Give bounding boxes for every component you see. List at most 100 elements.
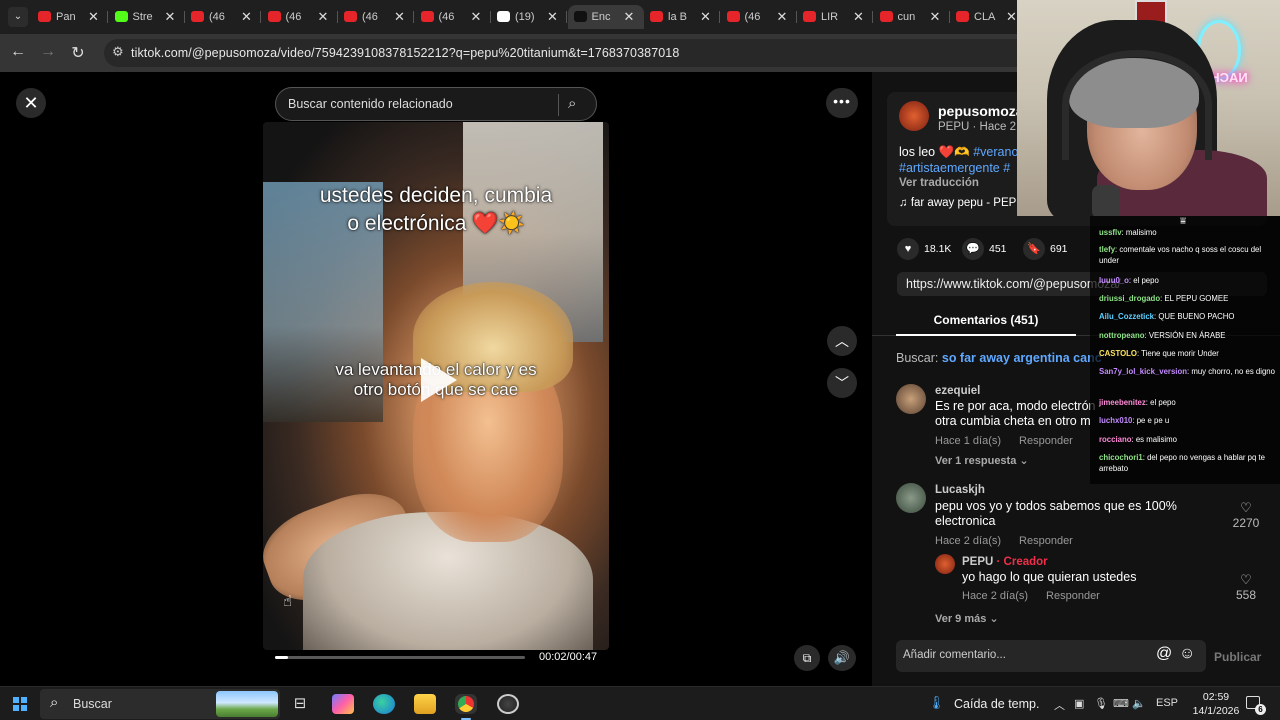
reply-button[interactable]: Responder [1019, 435, 1073, 447]
volume-icon[interactable]: 🔊 [828, 645, 856, 671]
file-explorer-icon[interactable] [414, 694, 436, 714]
tray-overflow-chevron-icon[interactable]: ︿ [1054, 697, 1065, 713]
back-arrow-icon[interactable]: ← [8, 43, 28, 61]
previous-video-chevron-up-icon[interactable]: ︿ [827, 326, 857, 356]
commenter-avatar[interactable] [896, 483, 926, 513]
comment-placeholder: Añadir comentario... [903, 649, 1006, 661]
play-icon[interactable] [421, 358, 457, 402]
creator-avatar[interactable] [935, 554, 955, 574]
tab-close-icon[interactable]: ✕ [777, 9, 788, 25]
tab-close-icon[interactable]: ✕ [394, 9, 405, 25]
forward-arrow-icon[interactable]: → [38, 43, 58, 61]
copilot-icon[interactable] [332, 694, 354, 714]
tab-comments[interactable]: Comentarios (451) [896, 308, 1076, 336]
windows-start-icon[interactable] [13, 697, 27, 711]
browser-tab[interactable]: (46 ✕ [721, 5, 797, 29]
browser-tab[interactable]: (46 ✕ [185, 5, 261, 29]
browser-tab[interactable]: (46 ✕ [415, 5, 491, 29]
chat-username: Ailu_Cozzetick [1099, 312, 1155, 321]
search-icon[interactable]: ⌕ [568, 95, 576, 112]
browser-tab[interactable]: Stre ✕ [109, 5, 185, 29]
picture-in-picture-icon[interactable]: ⧉ [794, 645, 820, 671]
reload-icon[interactable]: ↻ [68, 43, 88, 63]
task-view-icon[interactable]: ⊟ [289, 694, 311, 714]
reply-button[interactable]: Responder [1019, 535, 1073, 547]
see-translation-link[interactable]: Ver traducción [899, 177, 979, 189]
tab-favicon-icon [956, 11, 969, 22]
speaker-icon[interactable]: 🔈 [1132, 697, 1146, 710]
weather-widget[interactable]: Caída de temp. [954, 697, 1039, 711]
browser-tab[interactable]: (19) ✕ [491, 5, 567, 29]
comment-input[interactable]: Añadir comentario... @ ☺ [896, 640, 1206, 672]
tab-title: CLA [974, 11, 996, 23]
tab-close-icon[interactable]: ✕ [471, 9, 482, 25]
comment-icon: 💬 [962, 238, 984, 260]
tray-app-icon[interactable]: ▣ [1074, 697, 1084, 710]
post-hashtags[interactable]: #artistaemergente # [899, 161, 1010, 175]
save-button[interactable]: 🔖 691 [1023, 238, 1068, 260]
like-button[interactable]: ♥ 18.1K [897, 238, 951, 260]
browser-tab[interactable]: LIR ✕ [797, 5, 873, 29]
chat-message: Ailu_Cozzetick: QUE BUENO PACHO [1099, 312, 1275, 323]
close-video-button[interactable]: ✕ [16, 88, 46, 118]
tab-close-icon[interactable]: ✕ [547, 9, 558, 25]
mention-icon[interactable]: @ [1156, 645, 1172, 663]
browser-tab[interactable]: Enc ✕ [567, 5, 644, 29]
tab-favicon-icon [726, 11, 740, 22]
more-options-icon[interactable]: ••• [826, 88, 858, 118]
chat-text: : el pepo [1128, 276, 1159, 285]
related-search-input[interactable]: Buscar contenido relacionado ⌕ [275, 87, 597, 121]
tab-close-icon[interactable]: ✕ [241, 9, 252, 25]
microphone-icon[interactable]: 🎙 [1094, 697, 1108, 710]
video-time: 00:02/00:47 [539, 651, 598, 663]
search-placeholder: Buscar contenido relacionado [288, 97, 453, 111]
chat-message: nottropeano: VERSIÓN EN ÁRABE [1099, 331, 1275, 342]
commenter-avatar[interactable] [896, 384, 926, 414]
video-progress-bar[interactable] [275, 656, 525, 659]
obs-icon[interactable] [497, 694, 519, 714]
tab-close-icon[interactable]: ✕ [624, 9, 635, 25]
browser-tab[interactable]: Pan ✕ [32, 5, 108, 29]
commenter-name[interactable]: ezequiel [935, 385, 980, 397]
search-suggestion[interactable]: Buscar: so far away argentina canc [896, 351, 1102, 365]
taskbar-search[interactable]: ⌕ Buscar [40, 689, 280, 719]
tab-close-icon[interactable]: ✕ [930, 9, 941, 25]
site-info-icon[interactable]: ⚙ [112, 44, 124, 60]
comment-like-button[interactable]: ♡ 2270 [1230, 500, 1262, 530]
reply-button[interactable]: Responder [1046, 590, 1100, 602]
comment-button[interactable]: 💬 451 [962, 238, 1007, 260]
edge-icon[interactable] [373, 694, 395, 714]
tab-close-icon[interactable]: ✕ [165, 9, 176, 25]
tab-favicon-icon [191, 11, 204, 22]
tab-title: (46 [438, 11, 455, 23]
hashtag-link[interactable]: #verano [973, 145, 1018, 159]
tab-close-icon[interactable]: ✕ [88, 9, 99, 25]
browser-tab[interactable]: (46 ✕ [262, 5, 338, 29]
taskbar-clock[interactable]: 02:59 14/1/2026 [1190, 690, 1242, 718]
language-indicator[interactable]: ESP [1156, 697, 1178, 709]
comment-meta: Hace 2 día(s) Responder [935, 535, 1073, 547]
music-link[interactable]: ♫ far away pepu - PEPU [899, 197, 1025, 209]
browser-tab[interactable]: (46 ✕ [338, 5, 414, 29]
link-text: https://www.tiktok.com/@pepusomoza/ [906, 277, 1121, 291]
emoji-icon[interactable]: ☺ [1179, 645, 1195, 663]
browser-tab[interactable]: cun ✕ [874, 5, 950, 29]
tab-close-icon[interactable]: ✕ [853, 9, 864, 25]
chrome-icon[interactable] [455, 694, 477, 720]
commenter-name[interactable]: Lucaskjh [935, 484, 985, 496]
publish-button[interactable]: Publicar [1214, 650, 1261, 664]
reply-author[interactable]: PEPU · Creador [962, 556, 1048, 568]
reply-like-button[interactable]: ♡ 558 [1230, 572, 1262, 602]
view-replies-link[interactable]: Ver 1 respuesta ⌄ [935, 454, 1029, 467]
network-icon[interactable]: ⌨ [1113, 697, 1129, 710]
tab-close-icon[interactable]: ✕ [700, 9, 711, 25]
tab-close-icon[interactable]: ✕ [1006, 9, 1017, 25]
tab-search-dropdown-icon[interactable]: ⌄ [8, 7, 28, 27]
author-username[interactable]: pepusomoza [938, 103, 1024, 119]
next-video-chevron-down-icon[interactable]: ﹀ [827, 368, 857, 398]
tab-close-icon[interactable]: ✕ [318, 9, 329, 25]
author-avatar[interactable] [899, 101, 929, 131]
browser-tab[interactable]: la B ✕ [644, 5, 720, 29]
browser-tab[interactable]: CLA ✕ [950, 5, 1026, 29]
view-more-replies-link[interactable]: Ver 9 más ⌄ [935, 612, 999, 625]
